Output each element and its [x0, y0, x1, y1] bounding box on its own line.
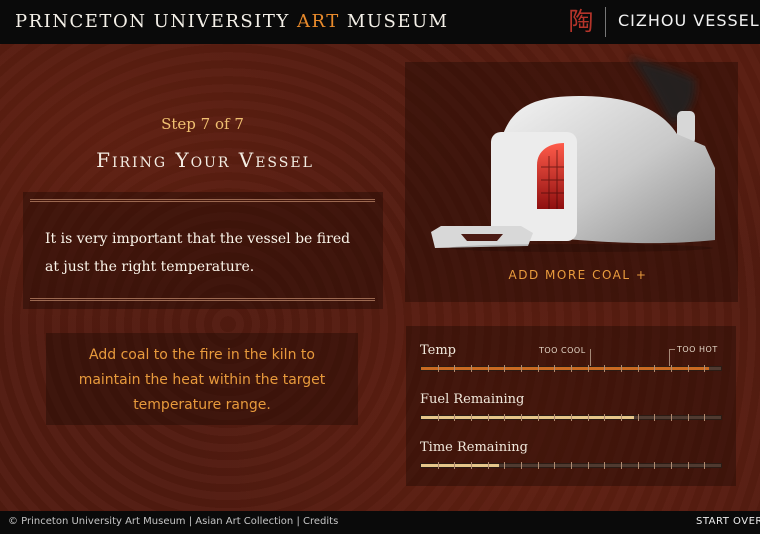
- gauge-tick: [471, 365, 472, 372]
- gauge-tick: [654, 414, 656, 421]
- gauge-tick: [704, 414, 706, 421]
- gauge-tick: [637, 365, 639, 372]
- intro-bottom-rule: [30, 298, 375, 301]
- gauge-tick: [604, 365, 606, 372]
- fuel-gauge: [420, 414, 722, 421]
- gauge-tick: [571, 365, 572, 372]
- fuel-label: Fuel Remaining: [420, 392, 525, 407]
- temp-label: Temp: [420, 343, 457, 358]
- vessel-title: CIZHOU VESSEL: [618, 11, 760, 30]
- gauge-tick: [454, 414, 456, 421]
- gauge-tick: [437, 462, 439, 469]
- gauge-tick: [654, 365, 656, 372]
- intro-text: It is very important that the vessel be …: [45, 231, 351, 275]
- gauge-tick: [637, 414, 639, 421]
- gauge-tick: [571, 414, 572, 421]
- gauge-tick: [604, 414, 606, 421]
- kiln-image[interactable]: [425, 50, 715, 255]
- gauge-tick: [454, 462, 456, 469]
- gauge-tick: [687, 462, 689, 469]
- gauge-tick: [621, 365, 622, 372]
- museum-logo-text[interactable]: PRINCETON UNIVERSITY ART MUSEUM: [15, 11, 449, 32]
- gauge-tick: [537, 365, 539, 372]
- gauge-tick: [637, 462, 639, 469]
- fuel-gauge-fill: [421, 416, 634, 419]
- gauge-tick: [521, 462, 522, 469]
- gauge-tick: [521, 365, 522, 372]
- footer-credits[interactable]: © Princeton University Art Museum | Asia…: [8, 516, 338, 527]
- museum-name-start: PRINCETON UNIVERSITY: [15, 11, 297, 32]
- gauge-tick: [487, 414, 489, 421]
- too-cool-label: TOO COOL: [539, 346, 586, 355]
- gauge-tick: [471, 414, 472, 421]
- gauge-tick: [487, 462, 489, 469]
- gauge-tick: [704, 462, 706, 469]
- top-header: PRINCETON UNIVERSITY ART MUSEUM 陶 CIZHOU…: [0, 0, 760, 44]
- gauge-tick: [454, 365, 456, 372]
- temp-gauge: [420, 365, 722, 372]
- gauge-tick: [487, 365, 489, 372]
- gauge-tick: [537, 462, 539, 469]
- instruction-text: Add coal to the fire in the kiln to main…: [78, 347, 326, 413]
- gauge-tick: [654, 462, 656, 469]
- gauge-tick: [621, 414, 622, 421]
- gauge-tick: [521, 414, 522, 421]
- time-gauge: [420, 462, 722, 469]
- temp-gauge-fill: [421, 367, 709, 370]
- gauge-tick: [671, 462, 672, 469]
- gauge-tick: [604, 462, 606, 469]
- gauge-tick: [554, 414, 556, 421]
- gauge-tick: [437, 365, 439, 372]
- gauge-tick: [504, 414, 506, 421]
- header-divider: [605, 7, 606, 37]
- museum-name-accent: ART: [296, 11, 340, 32]
- too-cool-marker: [590, 349, 591, 367]
- gauge-tick: [554, 462, 556, 469]
- gauge-tick: [571, 462, 572, 469]
- add-more-coal-button[interactable]: ADD MORE COAL +: [478, 268, 678, 282]
- gauge-tick: [437, 414, 439, 421]
- museum-name-end: MUSEUM: [339, 11, 449, 32]
- footer: © Princeton University Art Museum | Asia…: [0, 511, 760, 534]
- gauge-tick: [687, 365, 689, 372]
- gauge-tick: [587, 462, 589, 469]
- intro-top-rule: [30, 199, 375, 202]
- step-title: Firing Your Vessel: [96, 148, 314, 172]
- firebox-coal: [461, 234, 503, 241]
- gauge-tick: [687, 414, 689, 421]
- step-indicator: Step 7 of 7: [161, 115, 244, 133]
- kiln-front-wall: [491, 132, 577, 241]
- gauge-tick: [671, 365, 672, 372]
- start-over-button[interactable]: START OVER: [696, 516, 760, 527]
- gauge-tick: [587, 414, 589, 421]
- gauge-tick: [504, 365, 506, 372]
- gauge-tick: [704, 365, 706, 372]
- gauge-tick: [621, 462, 622, 469]
- gauge-tick: [587, 365, 589, 372]
- pottery-seal-icon: 陶: [568, 7, 594, 36]
- time-label: Time Remaining: [420, 440, 528, 455]
- kiln-shadow: [449, 244, 713, 252]
- too-hot-marker: [669, 349, 675, 367]
- gauge-tick: [471, 462, 472, 469]
- gauge-tick: [537, 414, 539, 421]
- gauge-tick: [554, 365, 556, 372]
- gauge-tick: [504, 462, 506, 469]
- too-hot-label: TOO HOT: [677, 345, 718, 354]
- kiln-opening: [537, 143, 564, 209]
- gauge-tick: [671, 414, 672, 421]
